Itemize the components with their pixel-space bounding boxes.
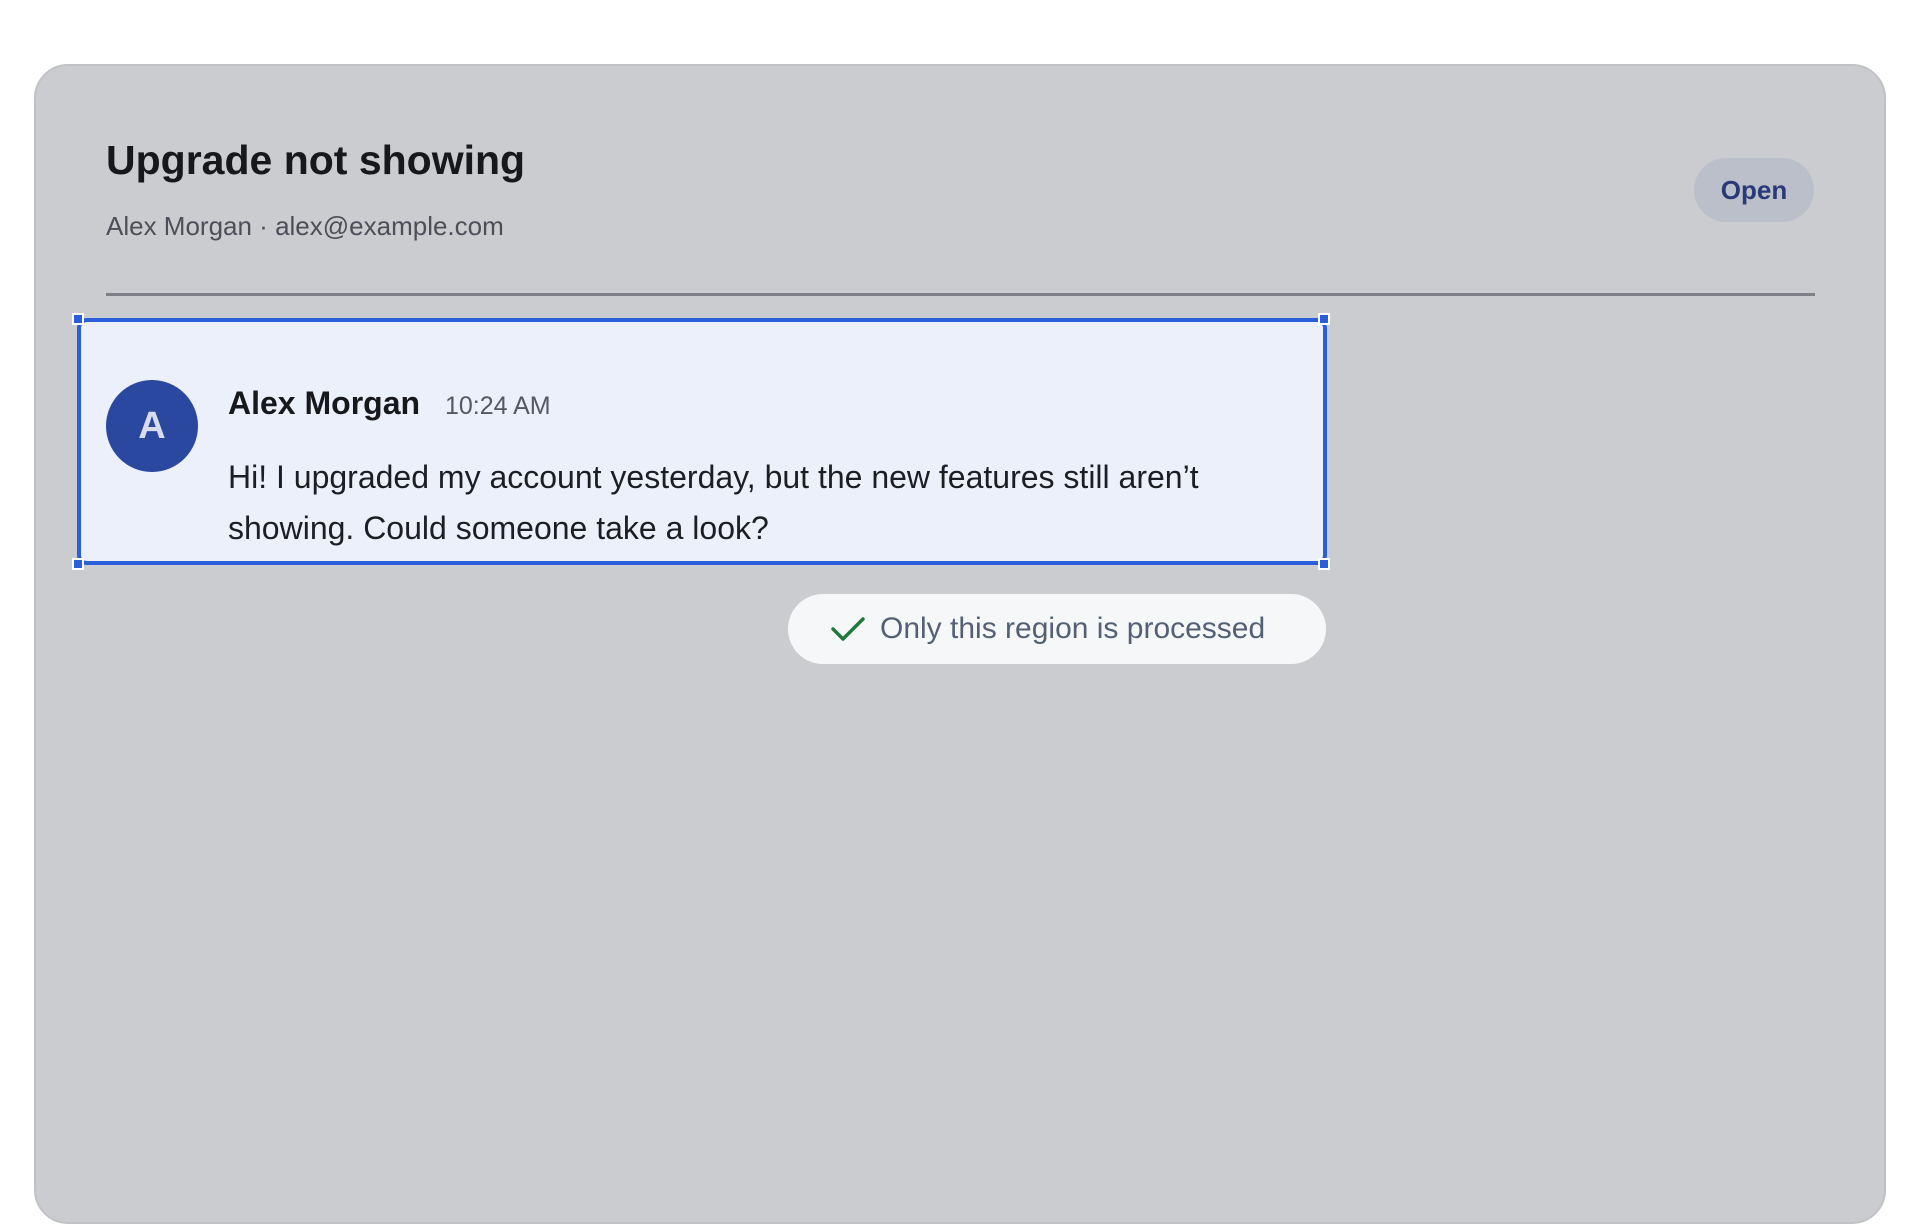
ticket-title: Upgrade not showing bbox=[106, 137, 526, 183]
header-divider bbox=[106, 293, 1815, 296]
resize-handle-bottom-left[interactable] bbox=[72, 558, 84, 570]
check-icon bbox=[830, 614, 866, 644]
resize-handle-top-left[interactable] bbox=[72, 313, 84, 325]
resize-handle-bottom-right[interactable] bbox=[1318, 558, 1330, 570]
ticket-requester: Alex Morgan · alex@example.com bbox=[106, 211, 504, 241]
region-notice: Only this region is processed bbox=[788, 594, 1326, 664]
notice-text: Only this region is processed bbox=[880, 612, 1266, 645]
message-author: Alex Morgan bbox=[228, 385, 421, 421]
message-timestamp: 10:24 AM bbox=[445, 392, 551, 420]
resize-handle-top-right[interactable] bbox=[1318, 313, 1330, 325]
avatar: A bbox=[106, 380, 198, 472]
message-body: Hi! I upgraded my account yesterday, but… bbox=[228, 459, 1199, 546]
status-badge[interactable]: Open bbox=[1694, 158, 1814, 222]
